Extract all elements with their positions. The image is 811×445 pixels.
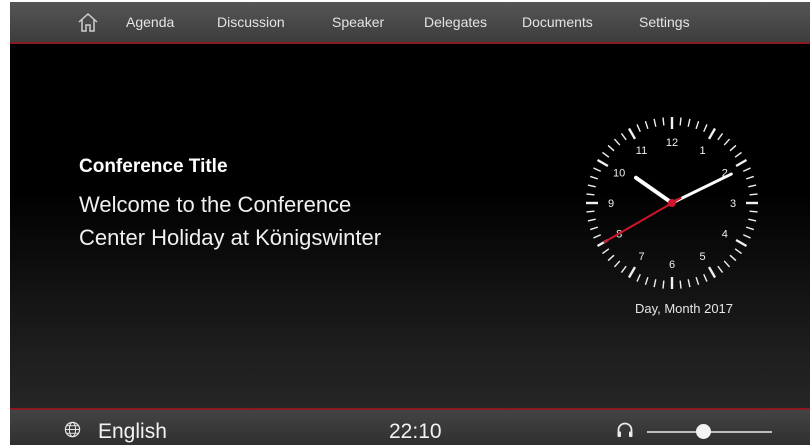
- clock-minute-tick: [703, 124, 708, 133]
- clock-minute-tick: [589, 226, 599, 231]
- clock-minute-tick: [745, 226, 755, 231]
- headphone-icon: [617, 422, 633, 437]
- clock-minute-tick: [723, 260, 731, 268]
- nav-settings[interactable]: Settings: [639, 14, 690, 30]
- clock-minute-tick: [749, 210, 758, 213]
- clock-minute-tick: [734, 248, 742, 255]
- clock-date: Day, Month 2017: [634, 301, 734, 316]
- clock-number: 7: [638, 251, 644, 263]
- clock-minute-tick: [636, 273, 641, 282]
- clock-minute-tick: [687, 118, 691, 127]
- clock-hour-tick: [707, 266, 717, 279]
- clock-minute-tick: [587, 184, 596, 188]
- clock-minute-tick: [620, 265, 627, 273]
- clock-number: 5: [699, 251, 705, 263]
- clock-minute-tick: [593, 234, 602, 239]
- conference-title: Conference Title: [79, 156, 228, 177]
- clock-hour-tick: [735, 158, 748, 168]
- clock-minute-tick: [734, 151, 742, 158]
- clock-hour-tick: [707, 127, 717, 140]
- hour-hand: [633, 175, 674, 205]
- clock-minute-tick: [586, 193, 595, 196]
- clock-minute-tick: [644, 120, 649, 130]
- clock-number: 6: [669, 259, 675, 271]
- clock-minute-tick: [729, 254, 737, 262]
- clock-minute-tick: [602, 151, 610, 158]
- main-panel: Conference Title Welcome to the Conferen…: [10, 44, 810, 409]
- analog-clock: 121234567891011: [586, 117, 758, 289]
- clock-center: [668, 199, 676, 207]
- nav-speaker[interactable]: Speaker: [332, 14, 384, 30]
- globe-icon: [64, 421, 81, 438]
- clock-minute-tick: [695, 120, 700, 130]
- clock-number: 1: [699, 145, 705, 157]
- clock-minute-tick: [593, 167, 602, 172]
- clock-number: 12: [666, 137, 678, 149]
- clock-minute-tick: [620, 133, 627, 141]
- clock-hour-tick: [627, 127, 637, 140]
- clock-minute-tick: [653, 118, 657, 127]
- app-window: Agenda Discussion Speaker Delegates Docu…: [10, 2, 810, 445]
- clock-minute-tick: [602, 248, 610, 255]
- clock-minute-tick: [742, 167, 751, 172]
- nav-discussion[interactable]: Discussion: [217, 14, 285, 30]
- welcome-line-1: Welcome to the Conference: [79, 192, 352, 217]
- clock-minute-tick: [679, 280, 682, 289]
- clock-number: 4: [722, 229, 728, 241]
- clock-minute-tick: [687, 279, 691, 288]
- clock-minute-tick: [589, 175, 599, 180]
- clock-number: 11: [636, 145, 647, 157]
- clock-minute-tick: [748, 218, 757, 222]
- clock-minute-tick: [586, 210, 595, 213]
- bottom-bar: English 22:10: [10, 408, 810, 445]
- clock-hour-tick: [735, 238, 748, 248]
- clock-number: 10: [613, 168, 625, 180]
- clock-minute-tick: [607, 254, 615, 262]
- clock-minute-tick: [748, 184, 757, 188]
- clock-minute-tick: [745, 175, 755, 180]
- clock-minute-tick: [636, 124, 641, 133]
- clock-minute-tick: [717, 133, 724, 141]
- language-selector[interactable]: English: [98, 420, 167, 444]
- current-time: 22:10: [389, 420, 442, 443]
- clock-minute-tick: [587, 218, 596, 222]
- clock-minute-tick: [613, 138, 621, 146]
- top-navigation: Agenda Discussion Speaker Delegates Docu…: [10, 2, 810, 44]
- nav-documents[interactable]: Documents: [522, 14, 593, 30]
- clock-minute-tick: [703, 273, 708, 282]
- clock-minute-tick: [749, 193, 758, 196]
- clock-minute-tick: [607, 144, 615, 152]
- nav-delegates[interactable]: Delegates: [424, 14, 487, 30]
- clock-minute-tick: [695, 276, 700, 286]
- clock-number: 9: [608, 198, 614, 210]
- volume-slider-knob[interactable]: [696, 424, 712, 439]
- clock-minute-tick: [662, 117, 665, 126]
- welcome-line-2: Center Holiday at Königswinter: [79, 225, 382, 250]
- clock-minute-tick: [644, 276, 649, 286]
- clock-minute-tick: [653, 279, 657, 288]
- clock-minute-tick: [679, 117, 682, 126]
- nav-agenda[interactable]: Agenda: [126, 14, 174, 30]
- clock-minute-tick: [729, 144, 737, 152]
- clock-hour-tick: [596, 158, 609, 168]
- clock-minute-tick: [742, 234, 751, 239]
- clock-minute-tick: [662, 280, 665, 289]
- welcome-message: Welcome to the Conference Center Holiday…: [79, 188, 499, 254]
- clock-minute-tick: [717, 265, 724, 273]
- clock-hour-tick: [627, 266, 637, 279]
- clock-minute-tick: [613, 260, 621, 268]
- home-icon[interactable]: [76, 11, 100, 33]
- clock-minute-tick: [723, 138, 731, 146]
- clock-number: 3: [730, 198, 736, 210]
